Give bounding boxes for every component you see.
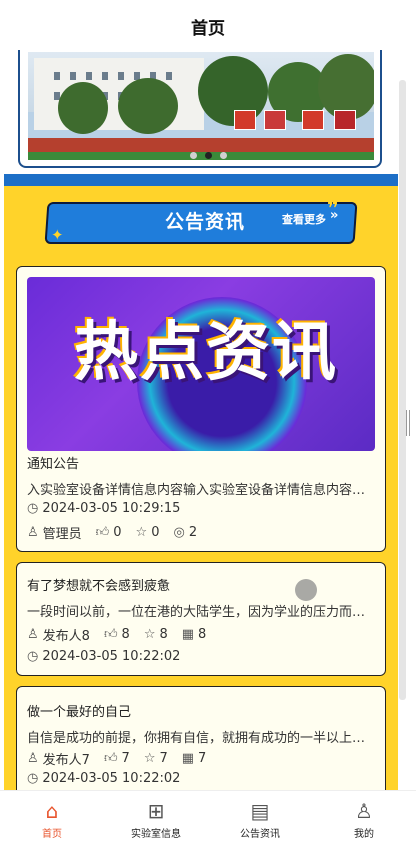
article-views: 7	[198, 751, 207, 766]
clock-icon: ◷	[27, 649, 39, 664]
banner-track	[28, 138, 374, 152]
article-time-row: ◷ 2024-03-05 10:22:02	[27, 771, 180, 786]
eye-icon: ◎	[173, 525, 185, 540]
article-time-row: ◷ 2024-03-05 10:22:02	[27, 649, 180, 664]
article-time: 2024-03-05 10:22:02	[42, 649, 181, 664]
article-card[interactable]: 有了梦想就不会感到疲惫 一段时间以前，一位在港的大陆学生，因为学业的压力而感到疲…	[16, 562, 386, 676]
navbar: 首页	[0, 0, 416, 52]
tab-label: 首页	[42, 828, 62, 840]
article-stats-row: ♙ 发布人8 👍︎ 8 ☆ 8 ▦ 8	[27, 625, 206, 644]
calendar-icon: ▦	[181, 627, 195, 642]
double-chevron-icon[interactable]: »	[330, 208, 338, 223]
article-likes: 7	[121, 751, 130, 766]
featured-author: 管理员	[42, 527, 82, 542]
section-title: 公告资讯	[164, 211, 245, 233]
featured-image-text: 热点资讯	[74, 316, 338, 390]
featured-time-row: ◷ 2024-03-05 10:29:15	[27, 501, 180, 516]
featured-favorites: 0	[151, 525, 160, 540]
star-icon: ☆	[143, 627, 156, 642]
user-icon: ♙	[27, 525, 39, 540]
article-description: 自信是成功的前提，你拥有自信，就拥有成功的一半以上的机会	[27, 731, 375, 746]
article-description: 一段时间以前，一位在港的大陆学生，因为学业的压力而感到疲惫	[27, 605, 375, 620]
tab-lab-info[interactable]: ⊞ 实验室信息	[104, 791, 208, 848]
tab-label: 我的	[354, 828, 374, 840]
sparkle-icon: ✦	[51, 226, 64, 244]
carousel-dot-active[interactable]	[204, 152, 212, 159]
clock-icon: ◷	[27, 771, 39, 786]
featured-description: 入实验室设备详情信息内容输入实验室设备详情信息内容输入实验室设备详情信息内容	[27, 483, 375, 498]
article-time: 2024-03-05 10:22:02	[42, 771, 181, 786]
featured-likes: 0	[113, 525, 122, 540]
tab-home[interactable]: ⌂ 首页	[0, 791, 104, 848]
article-card[interactable]: 做一个最好的自己 自信是成功的前提，你拥有自信，就拥有成功的一半以上的机会 ♙ …	[16, 686, 386, 806]
article-author: 发布人7	[42, 753, 90, 768]
user-icon: ♙	[27, 751, 39, 766]
article-title: 有了梦想就不会感到疲惫	[27, 579, 171, 594]
clock-icon: ◷	[27, 501, 39, 516]
featured-title: 通知公告	[27, 457, 80, 472]
scrollbar[interactable]	[399, 80, 406, 700]
article-favorites: 8	[159, 627, 168, 642]
carousel-indicators	[0, 152, 416, 159]
floating-assistive-button[interactable]	[295, 579, 317, 601]
featured-views: 2	[188, 525, 198, 540]
featured-stats-row: ♙ 管理员 👍︎ 0 ☆ 0 ◎ 2	[27, 523, 197, 542]
article-likes: 8	[121, 627, 130, 642]
grid-icon: ⊞	[147, 798, 165, 823]
article-favorites: 7	[159, 751, 168, 766]
featured-image: 热点资讯	[27, 277, 375, 451]
calendar-icon: ▦	[181, 751, 195, 766]
featured-card[interactable]: 热点资讯 通知公告 入实验室设备详情信息内容输入实验室设备详情信息内容输入实验室…	[16, 266, 386, 552]
tab-news[interactable]: ▤ 公告资讯	[208, 791, 312, 848]
article-title: 做一个最好的自己	[27, 705, 132, 720]
thumbs-up-icon: 👍︎	[95, 525, 110, 540]
home-icon: ⌂	[45, 798, 59, 823]
home-page: 首页 ❞ ✦ 公告资讯 查看更多 » 热点资讯 通知公告 入实验室设备详情信息内…	[0, 0, 416, 848]
page-title: 首页	[191, 18, 225, 39]
thumbs-up-icon: 👍︎	[103, 751, 118, 766]
banner-carousel[interactable]	[28, 52, 374, 160]
tab-label: 实验室信息	[131, 828, 181, 840]
carousel-dot[interactable]	[219, 152, 227, 159]
user-icon: ♙	[27, 627, 39, 642]
scrollbar-grip[interactable]	[406, 410, 410, 436]
tab-bar: ⌂ 首页 ⊞ 实验室信息 ▤ 公告资讯 ♙ 我的	[0, 790, 416, 848]
article-stats-row: ♙ 发布人7 👍︎ 7 ☆ 7 ▦ 7	[27, 749, 206, 768]
view-more-link[interactable]: 查看更多	[282, 211, 326, 227]
tab-label: 公告资讯	[240, 828, 280, 840]
article-views: 8	[198, 627, 207, 642]
featured-time: 2024-03-05 10:29:15	[42, 501, 181, 516]
article-author: 发布人8	[42, 629, 90, 644]
news-icon: ▤	[250, 798, 270, 823]
user-icon: ♙	[355, 798, 373, 823]
tab-mine[interactable]: ♙ 我的	[312, 791, 416, 848]
carousel-dot[interactable]	[189, 152, 197, 159]
star-icon: ☆	[143, 751, 156, 766]
thumbs-up-icon: 👍︎	[103, 627, 118, 642]
star-icon: ☆	[135, 525, 148, 540]
